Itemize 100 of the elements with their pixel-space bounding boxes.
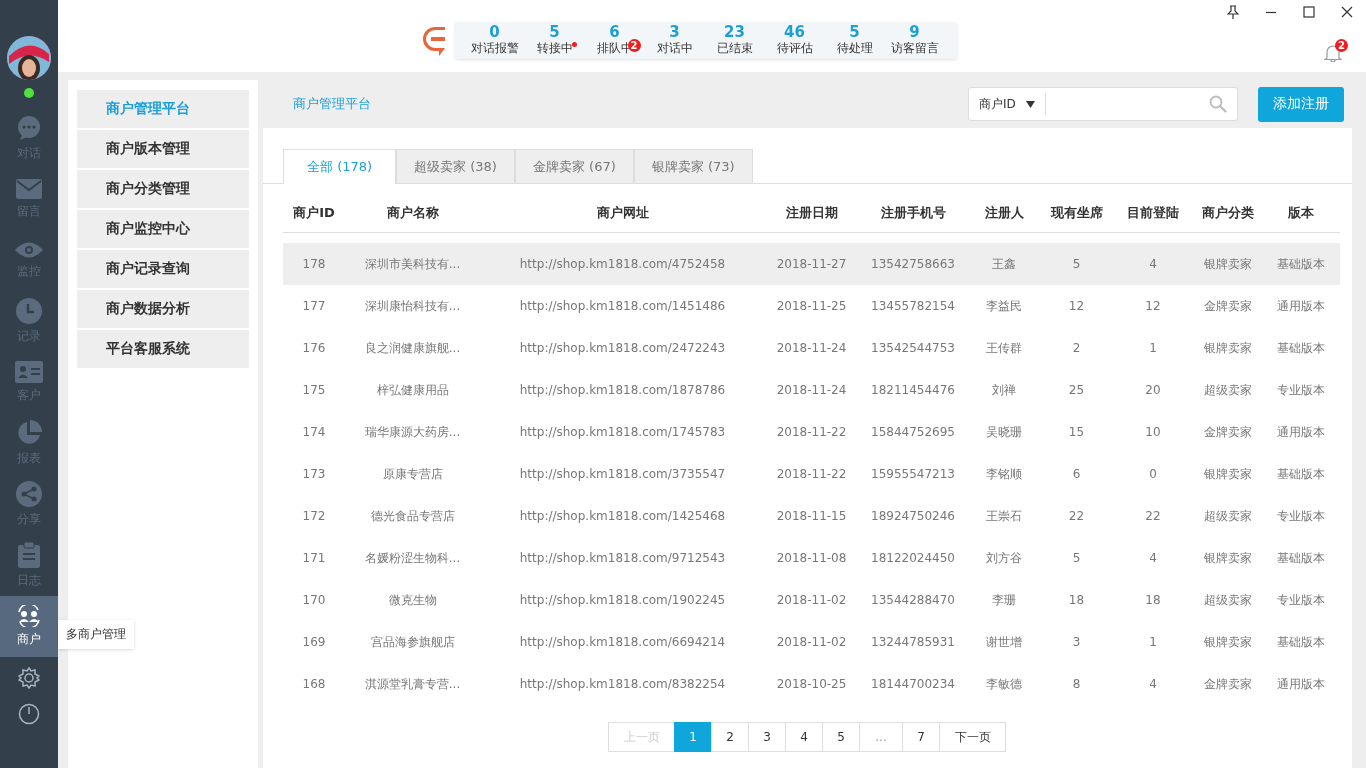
tab[interactable]: 超级卖家 (38) (396, 149, 515, 183)
column-header: 注册人 (984, 205, 1024, 220)
pin-icon[interactable] (1227, 5, 1239, 19)
add-registration-button[interactable]: 添加注册 (1258, 86, 1344, 122)
table-cell: http://shop.km1818.com/1902245 (519, 593, 726, 607)
column-header: 商户网址 (596, 205, 649, 220)
table-cell: 谢世增 (986, 634, 1022, 649)
table-cell: http://shop.km1818.com/8382254 (519, 677, 726, 691)
stat-count[interactable]: 5 (549, 24, 560, 40)
page-button[interactable]: 1 (674, 722, 712, 752)
next-page-button[interactable]: 下一页 (939, 722, 1006, 752)
table-cell: 银牌卖家 (1203, 256, 1252, 271)
pagination-ellipsis[interactable]: ... (859, 722, 903, 752)
table-cell: 15 (1068, 425, 1085, 439)
table-cell: 良之润健康旗舰... (364, 340, 461, 355)
eye-icon (15, 241, 43, 259)
table-cell: 22 (1145, 509, 1161, 523)
stat-label[interactable]: 访客留言 (890, 40, 939, 57)
menu-item[interactable]: 商户管理平台 (77, 90, 249, 128)
page-button[interactable]: 4 (785, 722, 823, 752)
table-cell: 2018-11-02 (776, 635, 847, 649)
table-cell: http://shop.km1818.com/6694214 (519, 635, 726, 649)
table-cell: 25 (1068, 383, 1085, 397)
tab[interactable]: 全部 (178) (283, 149, 397, 184)
filter-dropdown[interactable]: 商户ID (979, 95, 1016, 113)
table-cell: 176 (302, 341, 326, 355)
table-cell: 基础版本 (1277, 466, 1325, 481)
tooltip: 多商户管理 (58, 620, 134, 649)
settings-icon[interactable] (18, 667, 40, 689)
menu-item[interactable]: 商户分类管理 (77, 170, 249, 208)
stat-label[interactable]: 对话报警 (470, 40, 519, 57)
table-cell: 12 (1068, 299, 1085, 313)
stat-label[interactable]: 已结束 (716, 40, 753, 57)
menu-item[interactable]: 商户数据分析 (77, 290, 249, 328)
dropdown-caret-icon[interactable] (1025, 100, 1035, 108)
table-cell: 王鑫 (992, 256, 1016, 271)
table-cell: 通用版本 (1277, 424, 1325, 439)
stat-count[interactable]: 0 (489, 24, 500, 40)
table-cell: 12 (1145, 299, 1161, 313)
stat-label[interactable]: 待处理 (836, 40, 873, 57)
table-cell: 李益民 (986, 298, 1022, 313)
clipboard-icon (18, 542, 40, 568)
table-cell: 2018-10-25 (776, 677, 847, 691)
table-cell: 专业版本 (1277, 592, 1325, 607)
table-cell: 通用版本 (1277, 298, 1325, 313)
page-button[interactable]: 5 (822, 722, 860, 752)
nav-item[interactable]: 商户 (0, 596, 58, 657)
table-cell: 梓弘健康用品 (376, 382, 449, 397)
share-icon (16, 481, 42, 507)
table-cell: 王传群 (986, 340, 1022, 355)
table-cell: 李敏德 (986, 676, 1022, 691)
table-cell: 13542758663 (871, 257, 955, 271)
stat-label[interactable]: 转接中 (536, 40, 573, 57)
table-cell: 18 (1068, 593, 1085, 607)
stat-label[interactable]: 待评估 (776, 40, 813, 57)
maximize-icon[interactable] (1303, 5, 1315, 19)
avatar[interactable] (7, 36, 51, 80)
table-cell: 168 (302, 677, 326, 691)
table-cell: http://shop.km1818.com/2472243 (519, 341, 726, 355)
power-icon[interactable] (18, 703, 40, 725)
stat-count[interactable]: 9 (909, 24, 920, 40)
table-cell: 175 (302, 383, 326, 397)
tab[interactable]: 金牌卖家 (67) (514, 149, 634, 183)
notification-badge: 2 (1335, 39, 1348, 52)
stat-count[interactable]: 46 (784, 24, 805, 40)
page-button[interactable]: 7 (902, 722, 940, 752)
menu-item[interactable]: 商户版本管理 (77, 130, 249, 168)
table-cell: 18122024450 (871, 551, 955, 565)
close-icon[interactable] (1341, 5, 1353, 19)
menu-item[interactable]: 商户监控中心 (77, 210, 249, 248)
table-cell: 4 (1149, 677, 1157, 691)
page-button[interactable]: 2 (711, 722, 749, 752)
table-cell: http://shop.km1818.com/1451486 (519, 299, 726, 313)
page-button[interactable]: 3 (748, 722, 786, 752)
table-cell: 20 (1145, 383, 1161, 397)
table-cell: 李铭顺 (986, 466, 1022, 481)
table-cell: 德光食品专营店 (370, 508, 455, 523)
tab[interactable]: 银牌卖家 (73) (633, 149, 753, 183)
menu-item[interactable]: 平台客服系统 (77, 330, 249, 368)
table-cell: 金牌卖家 (1203, 676, 1252, 691)
table-cell: 1 (1149, 635, 1157, 649)
breadcrumb[interactable]: 商户管理平台 (293, 96, 371, 111)
stat-count[interactable]: 23 (724, 24, 745, 40)
table-cell: 18144700234 (871, 677, 955, 691)
table-cell: 基础版本 (1277, 256, 1325, 271)
table-cell: 15844752695 (871, 425, 955, 439)
menu-item[interactable]: 商户记录查询 (77, 250, 249, 288)
table-cell: 4 (1149, 551, 1157, 565)
table-cell: 18924750246 (871, 509, 955, 523)
stat-count[interactable]: 3 (669, 24, 680, 40)
stat-count[interactable]: 6 (609, 24, 620, 40)
table-cell: 2 (1072, 341, 1081, 355)
table-cell: 淇源堂乳膏专营... (364, 676, 461, 691)
stat-count[interactable]: 5 (849, 24, 860, 40)
table-cell: 刘方谷 (986, 550, 1022, 565)
table-cell: 170 (302, 593, 326, 607)
search-field[interactable]: 商户ID (968, 87, 1238, 121)
table-cell: 2018-11-22 (776, 425, 847, 439)
table-cell: 银牌卖家 (1203, 550, 1252, 565)
stat-label[interactable]: 对话中 (656, 40, 693, 57)
